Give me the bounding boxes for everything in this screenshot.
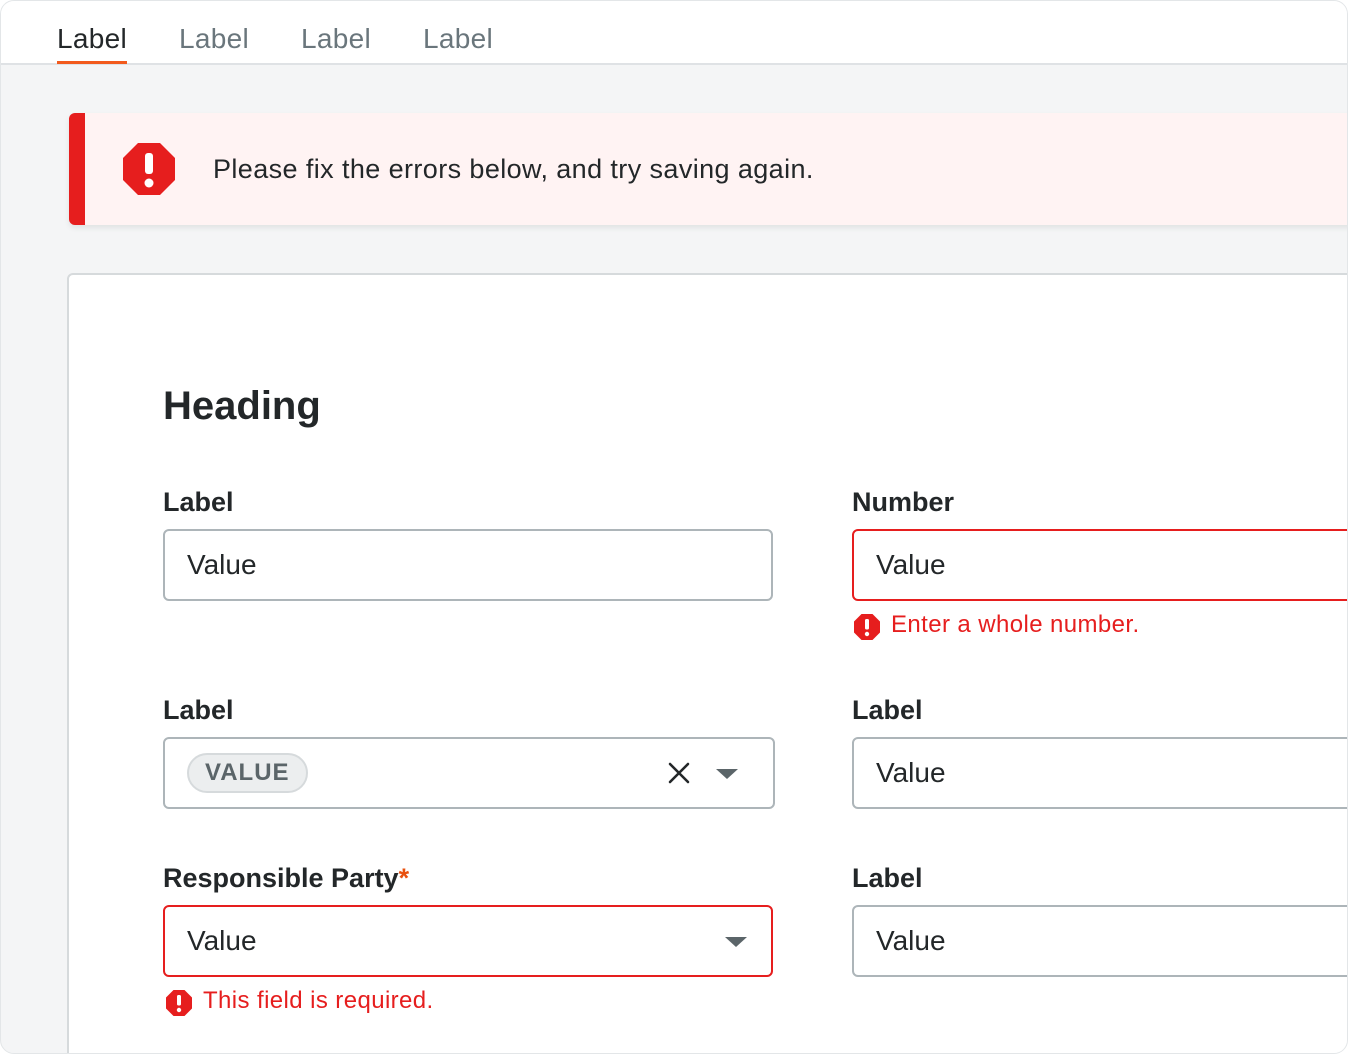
label-field-label: Label [163, 485, 234, 519]
responsible-party-label-text: Responsible Party [163, 863, 399, 893]
tab-1[interactable]: Label [57, 21, 127, 63]
right-field-2-value: Value [876, 756, 946, 790]
responsible-party-value: Value [187, 924, 257, 958]
right-field-3-label: Label [852, 861, 923, 895]
label-text-input[interactable]: Value [163, 529, 773, 601]
tab-3[interactable]: Label [301, 21, 371, 63]
responsible-party-select[interactable]: Value [163, 905, 773, 977]
number-error-message: Enter a whole number. [891, 609, 1140, 641]
number-input[interactable]: Value [852, 529, 1348, 601]
selected-value-pill[interactable]: VALUE [187, 753, 308, 793]
error-icon [165, 989, 193, 1017]
required-asterisk: * [399, 863, 410, 893]
right-field-2-input[interactable]: Value [852, 737, 1348, 809]
error-icon [853, 613, 881, 641]
form-heading: Heading [163, 381, 321, 431]
app-window: Label Label Label Label Please fix the e… [0, 0, 1348, 1054]
chevron-down-icon[interactable] [725, 937, 747, 947]
tab-2[interactable]: Label [179, 21, 249, 63]
clear-icon[interactable] [667, 761, 691, 785]
number-field-label: Number [852, 485, 954, 519]
multiselect-field-label: Label [163, 693, 234, 727]
tab-bar: Label Label Label Label [1, 1, 1348, 65]
right-field-2-label: Label [852, 693, 923, 727]
right-field-3-value: Value [876, 924, 946, 958]
number-input-value: Value [876, 548, 946, 582]
responsible-party-label: Responsible Party* [163, 861, 409, 895]
chevron-down-icon[interactable] [716, 769, 738, 779]
responsible-party-error-message: This field is required. [203, 985, 434, 1017]
error-banner: Please fix the errors below, and try sav… [69, 113, 1348, 225]
error-octagon-icon [121, 141, 177, 197]
label-input-value: Value [187, 548, 257, 582]
banner-message: Please fix the errors below, and try sav… [213, 151, 814, 187]
tab-4[interactable]: Label [423, 21, 493, 63]
multiselect-dropdown[interactable]: VALUE [163, 737, 775, 809]
right-field-3-input[interactable]: Value [852, 905, 1348, 977]
form-card: Heading Label Value Number Value Enter a… [67, 273, 1348, 1054]
